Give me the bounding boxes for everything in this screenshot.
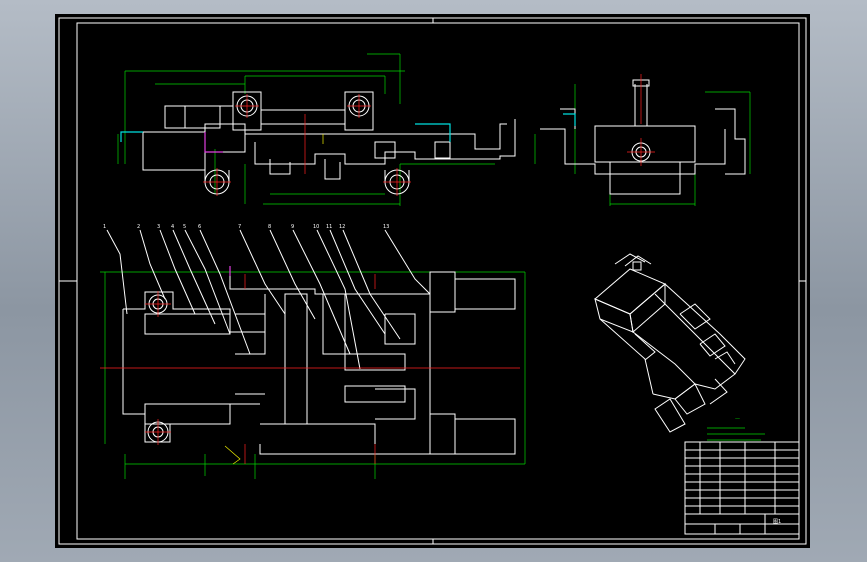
sheet-border — [58, 17, 807, 545]
title-block-label: 图1 — [773, 519, 781, 525]
front-view — [117, 53, 516, 206]
svg-text:1: 1 — [103, 224, 106, 230]
svg-text:2: 2 — [137, 224, 140, 230]
svg-text:10: 10 — [313, 224, 319, 230]
svg-text:11: 11 — [326, 224, 332, 230]
svg-text:4: 4 — [171, 224, 174, 230]
technical-notes: — — [707, 416, 765, 441]
title-block: 图1 — [684, 441, 800, 535]
drawing-sheet: 12 34 56 78 9 10 11 12 13 — 图1 — [55, 14, 810, 548]
svg-text:3: 3 — [157, 224, 160, 230]
svg-text:6: 6 — [198, 224, 201, 230]
notes-heading: — — [735, 416, 740, 422]
svg-text:12: 12 — [339, 224, 345, 230]
svg-text:5: 5 — [183, 224, 186, 230]
svg-text:8: 8 — [268, 224, 271, 230]
side-view — [534, 74, 751, 206]
svg-text:13: 13 — [383, 224, 389, 230]
plan-view: 12 34 56 78 9 10 11 12 13 — [100, 224, 526, 479]
svg-text:7: 7 — [238, 224, 241, 230]
svg-text:9: 9 — [291, 224, 294, 230]
isometric-view — [594, 253, 746, 433]
cad-drawing: 12 34 56 78 9 10 11 12 13 — 图1 — [58, 17, 807, 545]
